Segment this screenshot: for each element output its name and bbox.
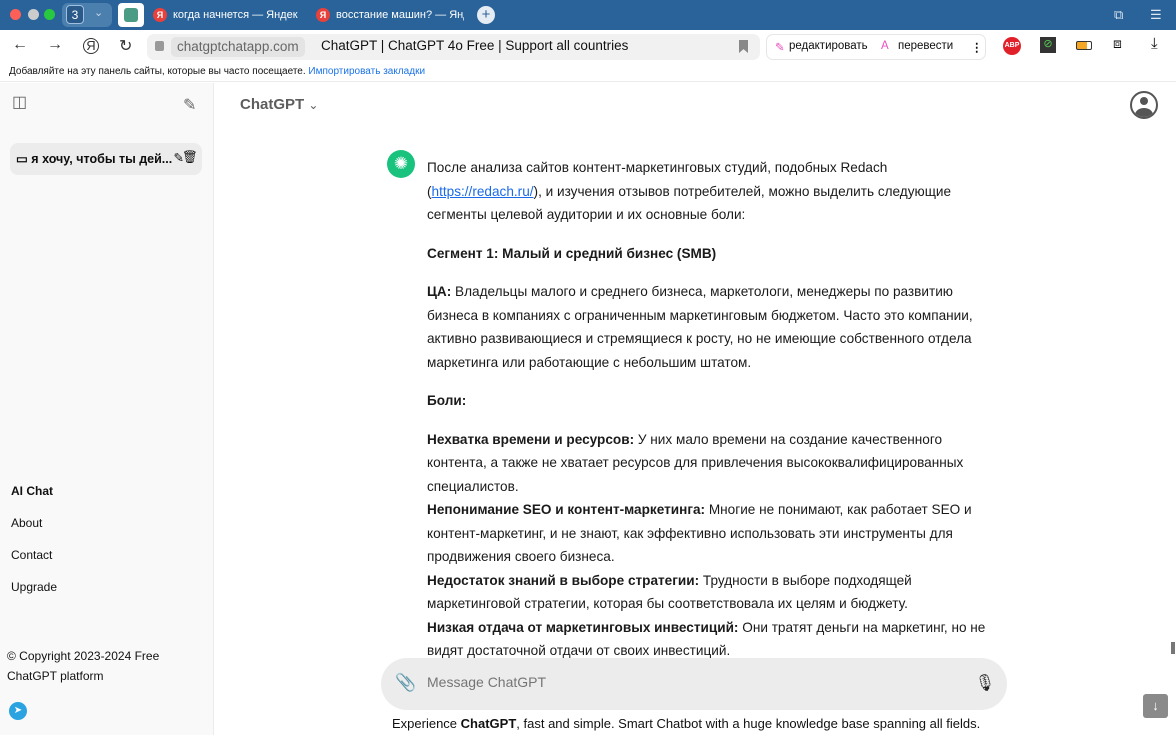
telegram-icon[interactable]: ➤: [9, 702, 27, 720]
edit-icon: ✎: [775, 42, 785, 54]
address-bar[interactable]: chatgptchatapp.com ChatGPT | ChatGPT 4o …: [147, 34, 760, 60]
yandex-icon: Я: [316, 8, 330, 22]
tab[interactable]: Якогда начнется — Яндекс: [153, 6, 298, 24]
download-icon[interactable]: ⤓: [1151, 35, 1158, 52]
pain-title: Недостаток знаний в выборе стратегии:: [427, 572, 700, 588]
sidebar-link-contact[interactable]: Contact: [11, 548, 52, 562]
text: Experience: [392, 716, 461, 731]
more-icon[interactable]: ⋮: [971, 40, 983, 54]
url-host: chatgptchatapp.com: [171, 37, 305, 57]
assistant-message: После анализа сайтов контент-маркетингов…: [427, 156, 987, 658]
conversation-item[interactable]: ▭ я хочу, чтобы ты дей... ✎ 🗑: [10, 143, 202, 175]
list-item: 3.Недостаток знаний в выборе стратегии: …: [427, 569, 987, 616]
bookmark-icon[interactable]: [739, 40, 748, 53]
translate-icon: A: [881, 40, 889, 52]
model-name: ChatGPT: [240, 96, 305, 113]
reload-button[interactable]: ↻: [119, 36, 132, 56]
text: , fast and simple. Smart Chatbot with a …: [516, 716, 981, 731]
sidebar-panel-icon[interactable]: ⧈: [1113, 35, 1122, 52]
bookmarks-hint: Добавляйте на эту панель сайты, которые …: [9, 66, 306, 77]
menu-icon[interactable]: ☰: [1150, 7, 1162, 23]
model-selector[interactable]: ChatGPT ⌄: [240, 96, 318, 113]
trash-icon[interactable]: 🗑: [182, 150, 198, 165]
extension-icon[interactable]: ⊘: [1040, 37, 1056, 53]
toggle-sidebar-icon[interactable]: ◫: [12, 92, 27, 112]
redach-link[interactable]: https://redach.ru/: [432, 184, 534, 199]
brand: ChatGPT: [460, 716, 517, 731]
back-button[interactable]: ←: [12, 36, 28, 54]
user-avatar[interactable]: [1130, 91, 1158, 119]
tab-label: когда начнется — Яндекс: [173, 9, 298, 21]
pain-title: Нехватка времени и ресурсов:: [427, 431, 635, 447]
list-text: Владельцы малого и среднего бизнеса, мар…: [427, 284, 973, 370]
minimize-window-button[interactable]: [28, 9, 39, 20]
tab-group[interactable]: 3 ⌄: [62, 3, 112, 27]
tab[interactable]: Явосстание машин? — Янд: [316, 6, 464, 24]
battery-icon[interactable]: [1076, 41, 1092, 50]
forward-button[interactable]: →: [47, 36, 63, 54]
message-input[interactable]: [427, 674, 947, 690]
list-label: ЦА:: [427, 284, 452, 299]
conversation-title: я хочу, чтобы ты дей...: [31, 152, 173, 166]
collections-icon[interactable]: ⧉: [1114, 7, 1123, 23]
sidebar: ◫ ✎ ▭ я хочу, чтобы ты дей... ✎ 🗑 AI Cha…: [0, 83, 214, 735]
browser-toolbar: ← → Я ↻ chatgptchatapp.com ChatGPT | Cha…: [0, 30, 1176, 62]
chevron-down-icon: ⌄: [94, 7, 104, 19]
pain-title: Низкая отдача от маркетинговых инвестици…: [427, 619, 739, 635]
new-tab-button[interactable]: +: [477, 6, 495, 24]
sidebar-link-ai-chat[interactable]: AI Chat: [11, 484, 53, 498]
page-actions: ✎ редактировать A перевести ⋮: [766, 34, 986, 60]
chatgpt-favicon-icon: [124, 8, 138, 22]
scrollbar[interactable]: [1171, 642, 1175, 654]
list-item: 2.Непонимание SEO и контент-маркетинга: …: [427, 498, 987, 569]
close-window-button[interactable]: [10, 9, 21, 20]
chevron-down-icon: ⌄: [308, 98, 319, 112]
list-label: Боли:: [427, 393, 467, 408]
list-item: 1.Нехватка времени и ресурсов: У них мал…: [427, 428, 987, 499]
tab-label: восстание машин? — Янд: [336, 9, 464, 21]
segment-heading: Сегмент 1: Малый и средний бизнес (SMB): [427, 245, 717, 261]
pain-title: Непонимание SEO и контент-маркетинга:: [427, 502, 706, 517]
browser-tab-bar: 3 ⌄ Якогда начнется — Яндекс Явосстание м…: [0, 0, 1176, 30]
sidebar-link-upgrade[interactable]: Upgrade: [11, 580, 57, 594]
new-chat-icon[interactable]: ✎: [183, 95, 196, 115]
microphone-icon[interactable]: 🎙: [975, 673, 995, 693]
attach-icon[interactable]: 📎: [395, 673, 416, 693]
footer-text: Experience ChatGPT, fast and simple. Sma…: [392, 716, 980, 731]
page-title: ChatGPT | ChatGPT 4o Free | Support all …: [321, 38, 629, 53]
edit-button[interactable]: редактировать: [789, 40, 868, 52]
bookmarks-bar: Добавляйте на эту панель сайты, которые …: [0, 62, 1176, 82]
scroll-down-button[interactable]: ↓: [1143, 694, 1168, 718]
copyright: © Copyright 2023-2024 Free ChatGPT platf…: [7, 649, 160, 683]
adblock-icon[interactable]: ABP: [1003, 37, 1021, 55]
yandex-home-icon[interactable]: Я: [83, 38, 99, 54]
yandex-icon: Я: [153, 8, 167, 22]
list-item: 4.Низкая отдача от маркетинговых инвести…: [427, 616, 987, 659]
composer: 📎 🎙: [381, 658, 1007, 710]
chatgpt-logo-icon: ✺: [387, 150, 415, 178]
maximize-window-button[interactable]: [44, 9, 55, 20]
tab-count: 3: [66, 5, 84, 24]
chat-bubble-icon: ▭: [16, 152, 28, 166]
lock-icon: [155, 41, 164, 51]
import-bookmarks-link[interactable]: Импортировать закладки: [308, 66, 425, 77]
sidebar-link-about[interactable]: About: [11, 516, 42, 530]
translate-button[interactable]: перевести: [898, 40, 953, 52]
tab-active-chatgpt[interactable]: [118, 3, 144, 27]
